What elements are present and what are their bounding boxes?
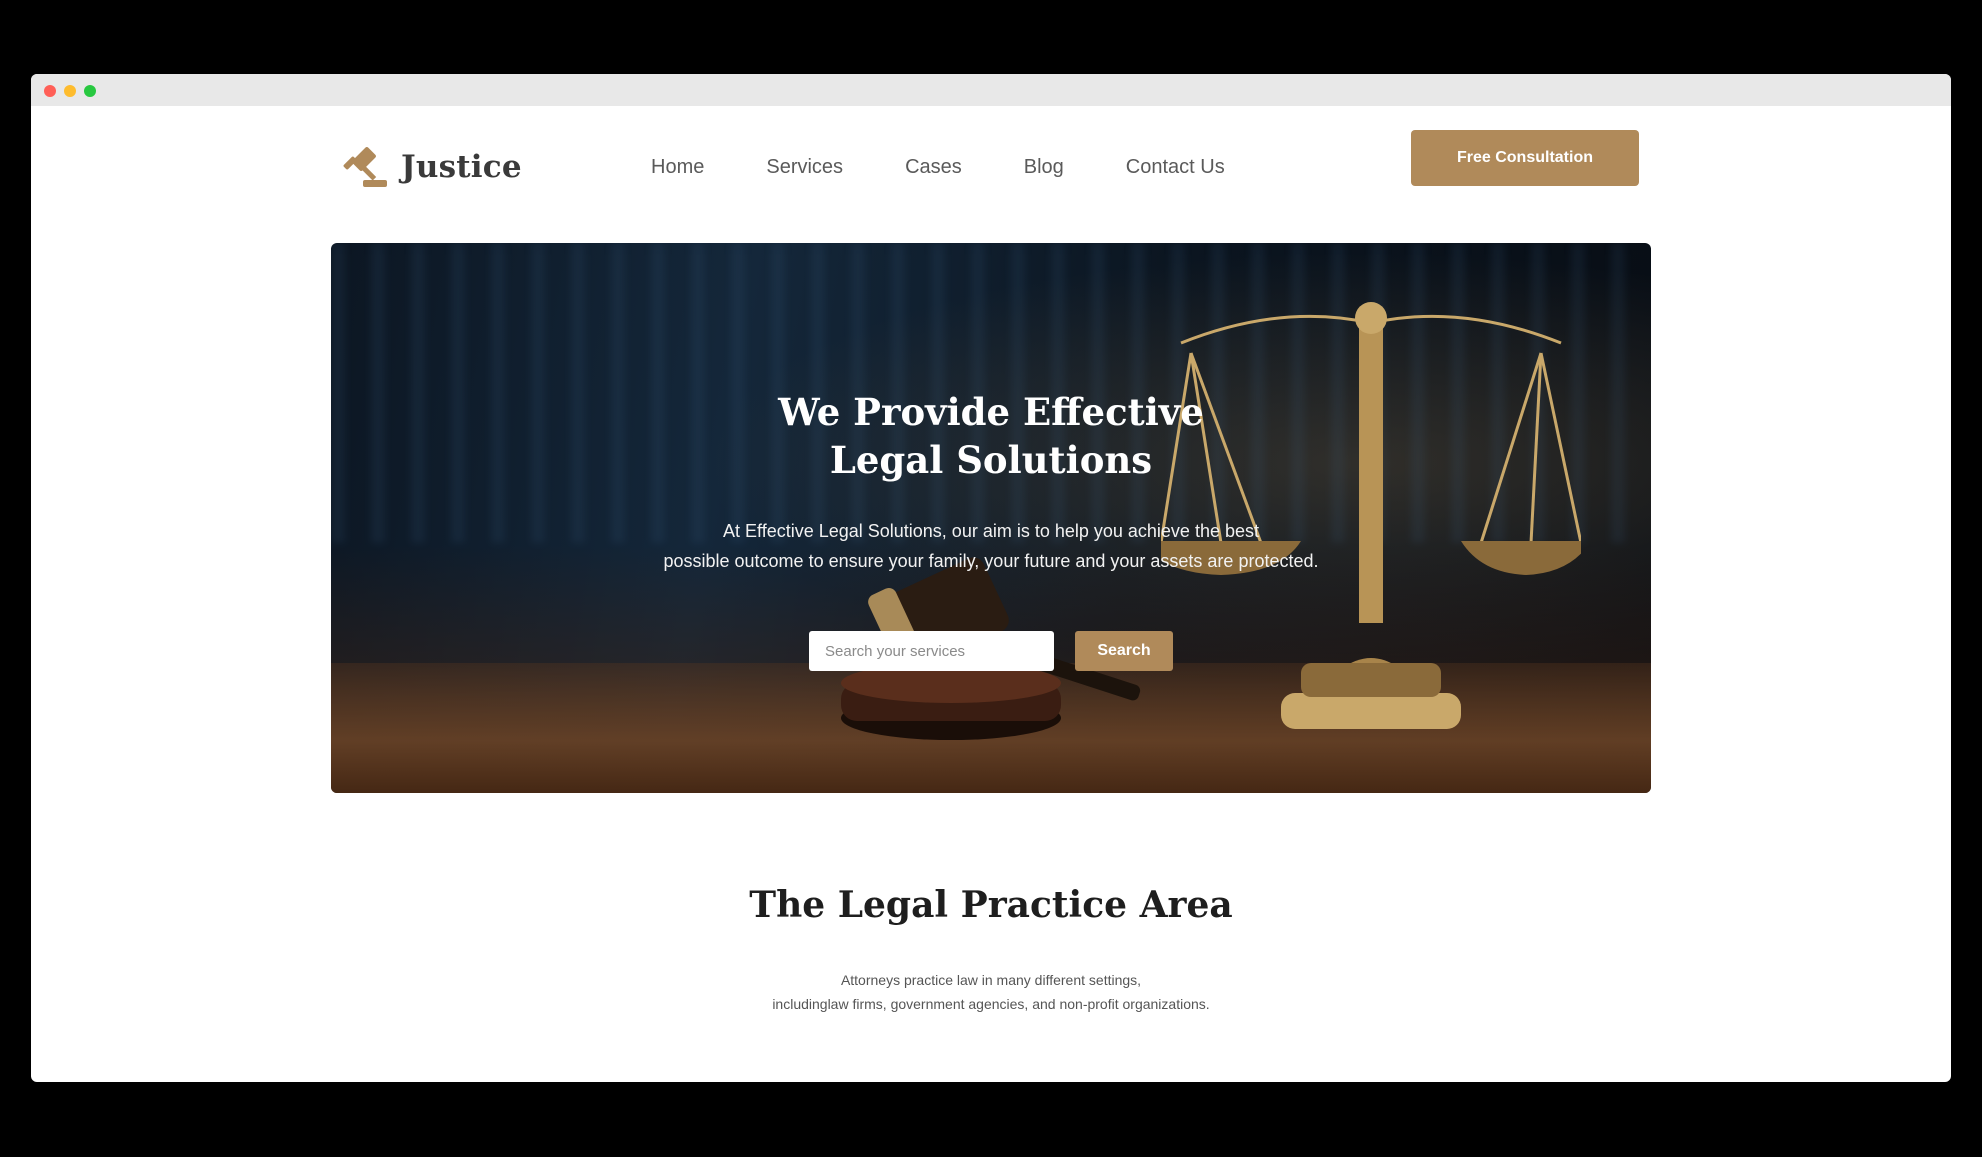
hero-title-line2: Legal Solutions	[829, 438, 1153, 482]
maximize-window-button[interactable]	[84, 85, 96, 97]
browser-window: Justice Home Services Cases Blog Contact…	[31, 74, 1951, 1082]
search-input[interactable]	[809, 631, 1054, 671]
free-consultation-button[interactable]: Free Consultation	[1411, 130, 1639, 186]
section-desc-line2: includinglaw firms, government agencies,…	[772, 996, 1210, 1012]
search-button[interactable]: Search	[1075, 631, 1173, 671]
nav-blog[interactable]: Blog	[1024, 156, 1064, 179]
hero-description: At Effective Legal Solutions, our aim is…	[331, 516, 1651, 576]
hero-banner: We Provide Effective Legal Solutions At …	[331, 243, 1651, 793]
brand-logo[interactable]: Justice	[341, 132, 522, 202]
hero-title-line1: We Provide Effective	[778, 390, 1204, 434]
hero-desc-line2: possible outcome to ensure your family, …	[663, 551, 1319, 571]
section-title: The Legal Practice Area	[749, 884, 1233, 926]
section-desc-line1: Attorneys practice law in many different…	[840, 972, 1142, 988]
main-nav: Home Services Cases Blog Contact Us	[651, 132, 1225, 202]
hero-title: We Provide Effective Legal Solutions	[331, 388, 1651, 484]
nav-home[interactable]: Home	[651, 156, 704, 179]
minimize-window-button[interactable]	[64, 85, 76, 97]
section-description: Attorneys practice law in many different…	[31, 968, 1951, 1016]
hero-desc-line1: At Effective Legal Solutions, our aim is…	[723, 521, 1259, 541]
gavel-icon	[343, 147, 387, 187]
window-titlebar	[31, 74, 1951, 106]
nav-services[interactable]: Services	[766, 156, 843, 179]
nav-cases[interactable]: Cases	[905, 156, 962, 179]
close-window-button[interactable]	[44, 85, 56, 97]
brand-name: Justice	[401, 149, 522, 185]
nav-contact-us[interactable]: Contact Us	[1126, 156, 1225, 179]
